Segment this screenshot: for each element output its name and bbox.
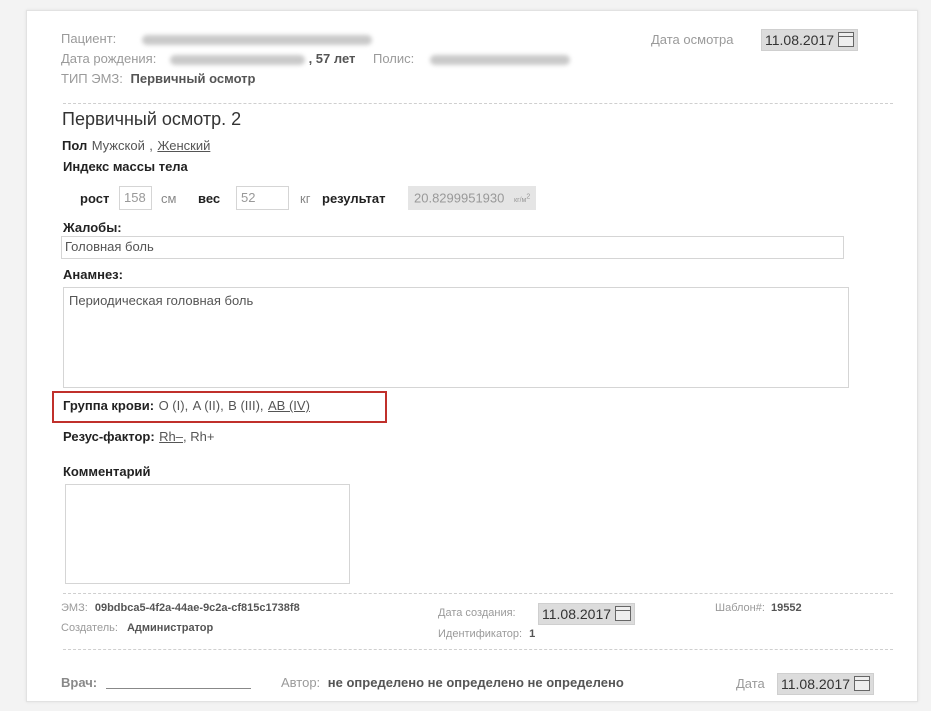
exam-date-label: Дата осмотра bbox=[651, 32, 734, 47]
creator-value: Администратор bbox=[126, 622, 214, 634]
blood-group-row: Группа крови: O (I), A (II), B (III), AB… bbox=[63, 397, 310, 415]
footer-date-value: 11.08.2017 bbox=[781, 676, 851, 692]
rh-option-negative[interactable]: Rh– bbox=[159, 429, 183, 444]
bmi-result-unit: кг/м2 bbox=[514, 194, 531, 205]
author-row: Автор: не определено не определено не оп… bbox=[281, 675, 624, 690]
patient-label: Пациент: bbox=[61, 31, 117, 46]
policy-label: Полис: bbox=[373, 51, 415, 66]
bmi-result-field: 20.8299951930 кг/м2 bbox=[408, 186, 537, 210]
rh-option-positive[interactable]: , Rh+ bbox=[183, 429, 214, 444]
weight-input[interactable]: 52 bbox=[236, 186, 289, 210]
result-label: результат bbox=[322, 191, 386, 206]
comment-label: Комментарий bbox=[63, 464, 151, 479]
weight-unit: кг bbox=[300, 191, 311, 206]
template-label: Шаблон#: bbox=[715, 602, 765, 614]
birth-date-redacted bbox=[169, 54, 305, 65]
comment-field[interactable] bbox=[65, 484, 350, 584]
template-row: Шаблон#: 19552 bbox=[715, 602, 802, 614]
rh-label: Резус-фактор: bbox=[63, 429, 155, 444]
blood-option-o[interactable]: O (I), bbox=[159, 398, 189, 413]
divider bbox=[63, 103, 893, 104]
height-label: рост bbox=[80, 191, 110, 206]
footer-date-label: Дата bbox=[736, 676, 765, 691]
sex-row: Пол Мужской , Женский bbox=[62, 137, 210, 155]
emz-type-label: ТИП ЭМЗ: bbox=[61, 71, 123, 86]
anamnesis-field[interactable]: Периодическая головная боль bbox=[63, 287, 849, 388]
patient-row: Пациент: bbox=[61, 31, 372, 46]
emz-document: Пациент: Дата рождения: , 57 лет Полис: … bbox=[26, 10, 918, 702]
blood-group-label: Группа крови: bbox=[63, 398, 155, 413]
emz-id-value: 09bdbca5-4f2a-44ae-9c2a-cf815c1738f8 bbox=[94, 602, 300, 614]
created-date-field[interactable]: 11.08.2017 bbox=[538, 603, 636, 625]
identifier-row: Идентификатор: 1 bbox=[438, 628, 535, 640]
sex-option-female[interactable]: Женский bbox=[157, 138, 210, 153]
blood-option-b[interactable]: B (III), bbox=[228, 398, 263, 413]
emz-type-value: Первичный осмотр bbox=[130, 71, 256, 86]
complaints-field[interactable]: Головная боль bbox=[61, 236, 844, 259]
exam-date-value: 11.08.2017 bbox=[765, 32, 835, 48]
emz-id-row: ЭМЗ: 09bdbca5-4f2a-44ae-9c2a-cf815c1738f… bbox=[61, 602, 300, 614]
complaints-label: Жалобы: bbox=[63, 220, 122, 235]
template-value: 19552 bbox=[770, 602, 802, 614]
birth-row: Дата рождения: , 57 лет Полис: bbox=[61, 51, 570, 66]
created-date-label: Дата создания: bbox=[438, 607, 516, 619]
weight-label: вес bbox=[198, 191, 221, 206]
bmi-label: Индекс массы тела bbox=[63, 159, 188, 174]
rh-row: Резус-фактор: Rh–, Rh+ bbox=[63, 428, 214, 446]
height-unit: см bbox=[161, 191, 177, 206]
footer-date-field[interactable]: 11.08.2017 bbox=[777, 673, 875, 695]
emz-type-row: ТИП ЭМЗ: Первичный осмотр bbox=[61, 71, 256, 86]
calendar-icon[interactable] bbox=[615, 606, 632, 621]
sex-separator: , bbox=[149, 138, 153, 153]
creator-row: Создатель: Администратор bbox=[61, 622, 213, 634]
calendar-icon[interactable] bbox=[838, 32, 855, 47]
divider bbox=[63, 593, 893, 594]
blood-option-a[interactable]: A (II), bbox=[193, 398, 224, 413]
doctor-label: Врач: bbox=[61, 675, 98, 690]
calendar-icon[interactable] bbox=[854, 676, 871, 691]
doctor-signature-line[interactable] bbox=[106, 688, 251, 689]
identifier-value: 1 bbox=[529, 628, 536, 640]
anamnesis-label: Анамнез: bbox=[63, 267, 123, 282]
author-value: не определено не определено не определен… bbox=[327, 675, 624, 690]
identifier-label: Идентификатор: bbox=[438, 628, 523, 640]
bmi-result-value: 20.8299951930 bbox=[414, 190, 505, 206]
blood-option-ab[interactable]: AB (IV) bbox=[268, 398, 310, 413]
creator-label: Создатель: bbox=[61, 622, 118, 634]
divider bbox=[63, 649, 893, 650]
author-label: Автор: bbox=[281, 675, 321, 690]
policy-redacted bbox=[429, 54, 570, 65]
patient-name-redacted bbox=[141, 34, 372, 45]
form-title: Первичный осмотр. 2 bbox=[62, 109, 242, 129]
created-date-value: 11.08.2017 bbox=[542, 606, 612, 622]
sex-option-male[interactable]: Мужской bbox=[92, 138, 145, 153]
birth-label: Дата рождения: bbox=[61, 51, 157, 66]
sex-label: Пол bbox=[62, 138, 88, 153]
exam-date-field[interactable]: 11.08.2017 bbox=[761, 29, 859, 51]
emz-id-label: ЭМЗ: bbox=[61, 602, 88, 614]
age-value: , 57 лет bbox=[308, 51, 356, 66]
height-input[interactable]: 158 bbox=[119, 186, 152, 210]
